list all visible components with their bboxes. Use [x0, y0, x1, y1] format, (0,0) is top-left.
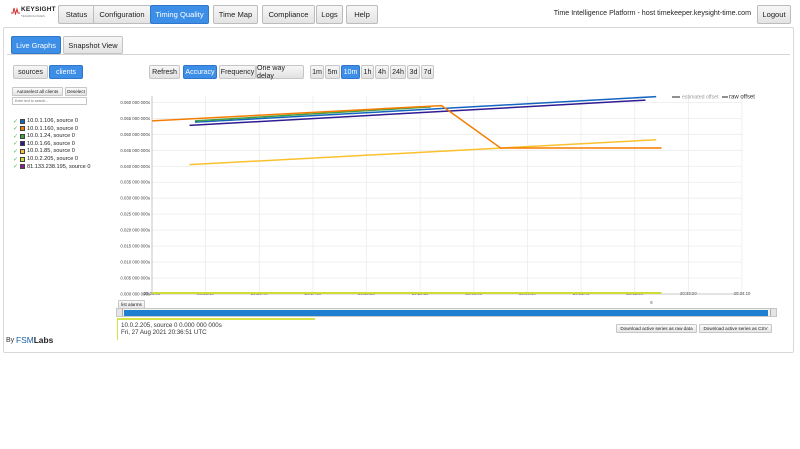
checkmark-icon: ✓ [13, 118, 19, 125]
fsm-text: FSM [16, 335, 34, 345]
fsmlabs-logo: FSMLabs [16, 335, 53, 345]
client-label: 10.0.1.66, source 0 [27, 140, 75, 147]
slider-handle-right[interactable] [770, 309, 776, 316]
client-label: 10.0.1.85, source 0 [27, 148, 75, 155]
x-tick-label: 20:33:20 [680, 291, 697, 296]
logo-subtext: TECHNOLOGIES [21, 14, 45, 18]
metric-refresh-button[interactable]: Refresh [149, 65, 180, 79]
color-swatch [20, 164, 25, 170]
tooltip-line-1: 10.0.2.205, source 0 0.000 000 000s [121, 322, 222, 329]
y-tick-label: 0.020 000 000s [120, 228, 150, 233]
checkmark-icon: ✓ [13, 141, 19, 148]
tab-live-graphs[interactable]: Live Graphs [11, 36, 61, 54]
client-label: 81.133.238.195, source 0 [27, 163, 91, 170]
keysight-wave-icon [11, 7, 20, 15]
time-range-slider-track [124, 310, 768, 316]
logout-button[interactable]: Logout [757, 5, 791, 24]
x-tick-label: 20:34:10 [734, 291, 751, 296]
client-label: 10.0.1.24, source 0 [27, 133, 75, 140]
range-24h-button[interactable]: 24h [390, 65, 406, 79]
hover-tooltip: 10.0.2.205, source 0 0.000 000 000s Fri,… [117, 318, 315, 340]
y-tick-label: 0.035 000 000s [120, 180, 150, 185]
nav-compliance[interactable]: Compliance [262, 5, 315, 24]
series-line [151, 104, 662, 149]
y-tick-label: 0.050 000 000s [120, 132, 150, 137]
labs-text: Labs [33, 335, 54, 345]
time-range-slider[interactable] [116, 308, 777, 317]
slider-grip-icon: ≡ [650, 300, 653, 306]
y-tick-label: 0.005 000 000s [120, 276, 150, 281]
checkmark-icon: ✓ [13, 164, 19, 171]
nav-status[interactable]: Status [58, 5, 95, 24]
color-swatch [20, 156, 25, 162]
checkmark-icon: ✓ [13, 126, 19, 133]
nav-timing-quality[interactable]: Timing Quality [150, 5, 209, 24]
range-3d-button[interactable]: 3d [407, 65, 420, 79]
range-7d-button[interactable]: 7d [421, 65, 434, 79]
range-4h-button[interactable]: 4h [375, 65, 389, 79]
color-swatch [20, 118, 25, 124]
range-10m-button[interactable]: 10m [341, 65, 360, 79]
y-tick-label: 0.025 000 000s [120, 212, 150, 217]
nav-logs[interactable]: Logs [316, 5, 343, 24]
y-tick-label: 0.045 000 000s [120, 148, 150, 153]
color-swatch [20, 141, 25, 147]
color-swatch [20, 126, 25, 132]
tab-divider [7, 54, 790, 55]
deselect-button[interactable]: Deselect [65, 87, 87, 96]
y-tick-label: 0.040 000 000s [120, 164, 150, 169]
metric-one-way-delay-button[interactable]: One way delay [256, 64, 304, 80]
nav-configuration[interactable]: Configuration [93, 5, 151, 24]
tooltip-line-2: Fri, 27 Aug 2021 20:36:51 UTC [121, 329, 207, 337]
client-label: 10.0.2.205, source 0 [27, 156, 79, 162]
autoselect-all-clients-button[interactable]: Autoselect all clients [12, 87, 63, 96]
client-label: 10.0.1.106, source 0 [27, 118, 79, 124]
sources-toggle[interactable]: sources [13, 65, 48, 79]
logo-text: KEYSIGHT [21, 6, 56, 13]
client-label: 10.0.1.160, source 0 [27, 125, 79, 132]
y-tick-label: 0.055 000 000s [120, 116, 150, 121]
client-search-input[interactable] [12, 97, 87, 105]
by-label: By [6, 337, 15, 344]
host-label: Time Intelligence Platform - host timeke… [553, 9, 751, 17]
range-1h-button[interactable]: 1h [361, 65, 374, 79]
checkmark-icon: ✓ [13, 148, 19, 155]
keysight-logo: KEYSIGHT TECHNOLOGIES [11, 6, 57, 22]
color-swatch [20, 148, 25, 154]
legend-raw-offset: raw offset [729, 95, 755, 101]
client-item[interactable]: ✓ 81.133.238.195, source 0 [13, 163, 90, 171]
tab-snapshot-view[interactable]: Snapshot View [63, 36, 123, 54]
y-tick-label: 0.030 000 000s [120, 196, 150, 201]
download-csv-button[interactable]: Download active series as CSV [699, 324, 772, 333]
range-1m-button[interactable]: 1m [310, 65, 324, 79]
checkmark-icon: ✓ [13, 156, 19, 163]
clients-toggle[interactable]: clients [49, 65, 83, 79]
metric-frequency-button[interactable]: Frequency [219, 65, 256, 79]
y-tick-label: 0.010 000 000s [120, 260, 150, 265]
chart-svg: 0.000 000 000s0.005 000 000s0.010 000 00… [120, 95, 755, 297]
nav-time-map[interactable]: Time Map [213, 5, 258, 24]
list-alarms-button[interactable]: list alarms [118, 300, 145, 309]
slider-handle-left[interactable] [117, 309, 123, 316]
color-swatch [20, 133, 25, 139]
nav-help[interactable]: Help [346, 5, 378, 24]
metric-accuracy-button[interactable]: Accuracy [183, 65, 217, 79]
range-5m-button[interactable]: 5m [325, 65, 340, 79]
y-tick-label: 0.060 000 000s [120, 100, 150, 105]
series-line [189, 99, 646, 127]
download-raw-button[interactable]: Download active series as raw data [616, 324, 697, 333]
legend-estimated-offset: estimated offset [682, 95, 719, 101]
checkmark-icon: ✓ [13, 133, 19, 140]
y-tick-label: 0.015 000 000s [120, 244, 150, 249]
top-bar: KEYSIGHT TECHNOLOGIES Status Configuratio… [3, 2, 795, 24]
accuracy-chart: 0.000 000 000s 0.005 000 000s 0.010 000 00… [116, 91, 776, 303]
